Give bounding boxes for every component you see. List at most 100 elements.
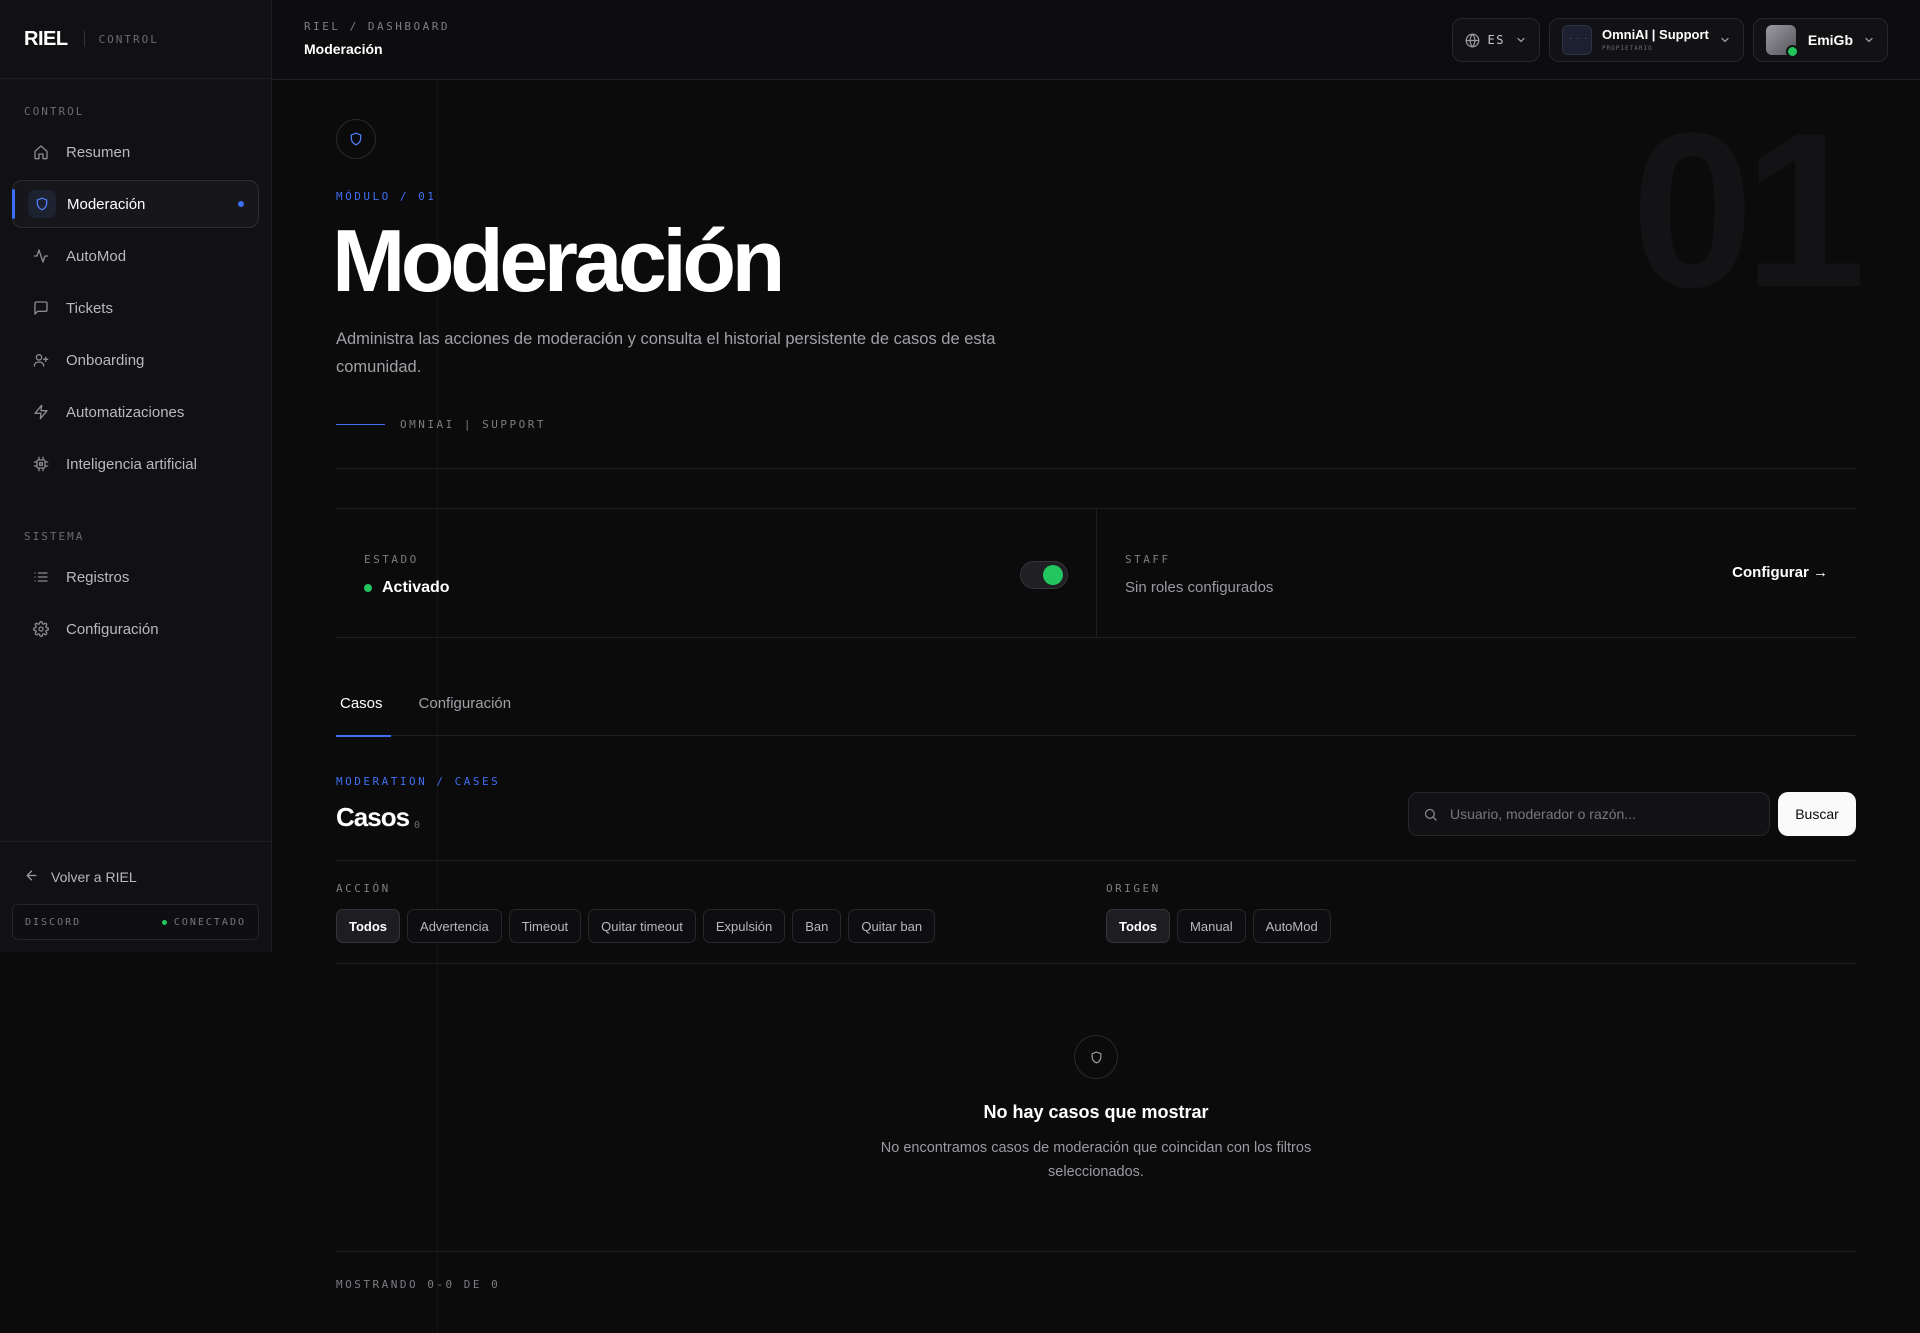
module-enabled-toggle[interactable] — [1020, 561, 1068, 589]
state-value: Activado — [364, 579, 450, 597]
sidebar-item-label: Tickets — [66, 299, 113, 317]
server-role: PROPIETARIO — [1601, 45, 1653, 53]
status-state: CONECTADO — [162, 917, 246, 928]
server-selector[interactable]: OmniAI | Support PROPIETARIO — [1548, 18, 1744, 62]
module-number-watermark: 01 — [1631, 87, 1866, 333]
section-label-control: CONTROL — [24, 105, 85, 118]
origin-filter-label: ORIGEN — [1106, 882, 1161, 895]
filter-chip-origin-todos[interactable]: Todos — [1106, 909, 1171, 943]
search-button[interactable]: Buscar — [1778, 792, 1856, 836]
chevron-down-icon — [1863, 34, 1875, 46]
sidebar-item-label: Onboarding — [66, 351, 145, 369]
language-code: ES — [1487, 33, 1505, 47]
sidebar-item-moderacion[interactable]: Moderación — [12, 180, 259, 228]
active-indicator-dot — [238, 201, 244, 207]
sidebar-item-onboarding[interactable]: Onboarding — [12, 336, 259, 384]
filter-chip-todos[interactable]: Todos — [336, 909, 401, 943]
sidebar-item-label: Inteligencia artificial — [66, 455, 197, 473]
message-icon — [32, 299, 50, 317]
sidebar: RIEL CONTROL CONTROL Resumen Moderación … — [0, 0, 272, 952]
search-icon — [1423, 807, 1438, 822]
search-box — [1408, 792, 1770, 836]
sidebar-item-configuracion[interactable]: Configuración — [12, 605, 259, 653]
sidebar-item-label: Automatizaciones — [66, 403, 185, 421]
bolt-icon — [32, 403, 50, 421]
divider — [336, 468, 1856, 469]
staff-label: STAFF — [1125, 553, 1171, 566]
action-filter-label: ACCIÓN — [336, 882, 391, 895]
empty-state-description: No encontramos casos de moderación que c… — [880, 1140, 1312, 1180]
sidebar-item-automatizaciones[interactable]: Automatizaciones — [12, 388, 259, 436]
page-description: Administra las acciones de moderación y … — [336, 330, 996, 376]
filter-chip-timeout[interactable]: Timeout — [508, 909, 582, 943]
tab-configuracion[interactable]: Configuración — [415, 695, 516, 736]
pagination-summary: MOSTRANDO 0-0 DE 0 — [336, 1278, 501, 1291]
filter-chip-quitar-timeout[interactable]: Quitar timeout — [588, 909, 696, 943]
status-card: ESTADO Activado STAFF Sin roles configur… — [336, 508, 1856, 638]
cases-eyebrow: MODERATION / CASES — [336, 775, 501, 788]
divider — [336, 1251, 1856, 1252]
filter-chip-advertencia[interactable]: Advertencia — [407, 909, 502, 943]
avatar — [1765, 25, 1799, 58]
tab-casos[interactable]: Casos — [336, 695, 391, 737]
status-service: DISCORD — [25, 916, 82, 928]
chevron-down-icon — [1719, 34, 1731, 46]
sidebar-item-label: Registros — [66, 568, 130, 586]
staff-value: Sin roles configurados — [1125, 579, 1274, 596]
user-plus-icon — [32, 351, 50, 369]
filter-chip-ban[interactable]: Ban — [792, 909, 842, 943]
shield-icon — [28, 190, 56, 218]
guild-tag: OMNIAI | SUPPORT — [336, 418, 546, 431]
chip-icon — [32, 455, 50, 473]
shield-icon — [1074, 1035, 1118, 1079]
sidebar-brand: RIEL CONTROL — [0, 0, 271, 79]
staff-panel: STAFF Sin roles configurados Configurar … — [1096, 509, 1856, 637]
section-label-sistema: SISTEMA — [24, 530, 85, 543]
connection-status: DISCORD CONECTADO — [12, 904, 259, 940]
guild-name: OMNIAI | SUPPORT — [400, 418, 546, 431]
globe-icon — [1465, 33, 1480, 48]
arrow-left-icon — [24, 868, 39, 886]
sidebar-footer: Volver a RIEL DISCORD CONECTADO — [0, 841, 271, 952]
sidebar-item-resumen[interactable]: Resumen — [12, 128, 259, 176]
sidebar-nav-control: Resumen Moderación AutoMod Tickets Onboa… — [0, 128, 271, 488]
state-label: ESTADO — [364, 553, 419, 566]
topbar-title: Moderación — [304, 41, 383, 57]
back-to-riel-link[interactable]: Volver a RIEL — [12, 854, 259, 900]
filter-chip-quitar-ban[interactable]: Quitar ban — [848, 909, 936, 943]
activity-icon — [32, 247, 50, 265]
sidebar-item-registros[interactable]: Registros — [12, 553, 259, 601]
search-input[interactable] — [1450, 806, 1750, 822]
divider — [336, 963, 1856, 964]
page-title: Moderación — [332, 211, 785, 310]
state-panel: ESTADO Activado — [336, 509, 1096, 637]
sidebar-item-label: Resumen — [66, 143, 131, 161]
filter-chip-manual[interactable]: Manual — [1177, 909, 1246, 943]
origin-filters: Todos Manual AutoMod — [1106, 909, 1331, 943]
server-avatar — [1561, 25, 1592, 55]
chevron-down-icon — [1515, 34, 1527, 46]
language-selector[interactable]: ES — [1451, 18, 1540, 62]
home-icon — [32, 143, 50, 161]
brand-subtitle: CONTROL — [98, 32, 159, 46]
sidebar-item-inteligencia-artificial[interactable]: Inteligencia artificial — [12, 440, 259, 488]
filter-chip-expulsion[interactable]: Expulsión — [702, 909, 786, 943]
accent-line — [336, 424, 385, 425]
filter-chip-automod[interactable]: AutoMod — [1252, 909, 1331, 943]
brand-logo[interactable]: RIEL — [24, 28, 68, 51]
server-name: OmniAI | Support — [1601, 26, 1709, 42]
cases-title: Casos — [336, 802, 410, 832]
user-name: EmiGb — [1807, 32, 1853, 48]
sidebar-item-label: Moderación — [67, 195, 146, 213]
sidebar-item-automod[interactable]: AutoMod — [12, 232, 259, 280]
tabs: Casos Configuración — [336, 695, 1856, 737]
user-menu[interactable]: EmiGb — [1752, 18, 1888, 62]
breadcrumb: RIEL / DASHBOARD — [304, 20, 450, 33]
divider — [336, 860, 1856, 861]
sidebar-nav-sistema: Registros Configuración — [0, 553, 271, 653]
sidebar-item-tickets[interactable]: Tickets — [12, 284, 259, 332]
topbar: RIEL / DASHBOARD Moderación ES OmniAI | … — [272, 0, 1920, 80]
topbar-actions: ES OmniAI | Support PROPIETARIO EmiGb — [1451, 18, 1888, 62]
configure-staff-link[interactable]: Configurar → — [1732, 564, 1828, 581]
server-info: OmniAI | Support PROPIETARIO — [1601, 26, 1709, 53]
